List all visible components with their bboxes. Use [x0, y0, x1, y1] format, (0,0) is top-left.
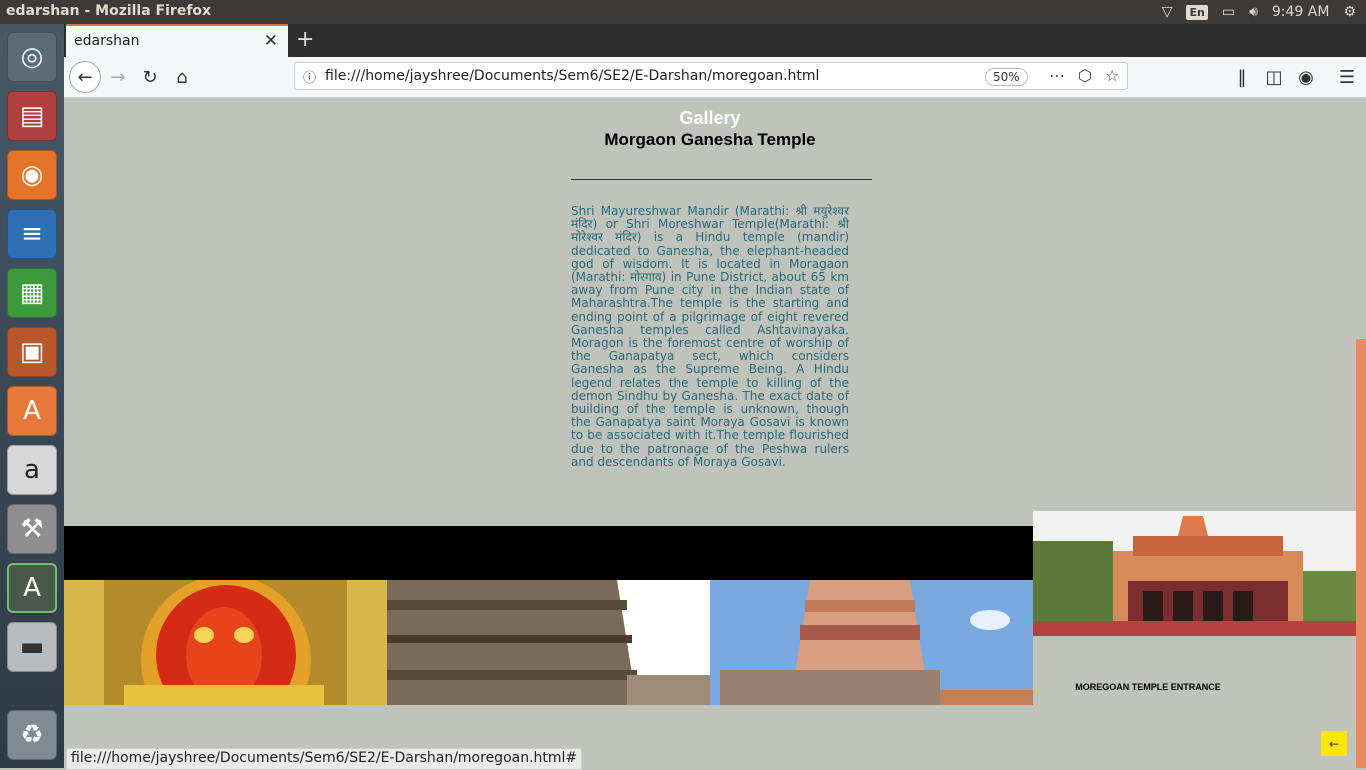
gallery-header-bar — [64, 526, 1033, 580]
writer-icon[interactable]: ≡ — [7, 209, 57, 259]
wifi-icon[interactable]: ▽ — [1162, 4, 1173, 20]
calc-icon[interactable]: ▦ — [7, 268, 57, 318]
forward-button[interactable]: → — [103, 62, 133, 92]
gallery-image-temple-dome — [710, 580, 1033, 705]
new-tab-icon[interactable]: + — [296, 27, 314, 52]
tab-label: edarshan — [74, 33, 140, 49]
system-top-bar: edarshan - Mozilla Firefox ▽ En ▭ 🔊︎ 9:4… — [0, 0, 1366, 24]
system-settings-icon[interactable]: ⚒ — [7, 504, 57, 554]
battery-icon[interactable]: ▭ — [1222, 4, 1235, 20]
library-icon[interactable]: ‖ — [1227, 62, 1257, 92]
url-text[interactable]: file:///home/jayshree/Documents/Sem6/SE2… — [325, 68, 819, 84]
tab-edarshan[interactable]: edarshan ✕ — [66, 24, 288, 57]
keyboard-layout-indicator[interactable]: En — [1186, 4, 1208, 20]
back-button[interactable]: ← — [69, 61, 101, 93]
temple-description: Shri Mayureshwar Mandir (Marathi: श्री म… — [571, 204, 849, 469]
page-scrollbar[interactable] — [1356, 339, 1366, 768]
volume-icon[interactable]: 🔊︎ — [1249, 4, 1258, 20]
firefox-window: edarshan ✕ + ← → ↻ ⌂ ⓘ file:///home/jays… — [64, 24, 1366, 770]
entrance-caption: MOREGOAN TEMPLE ENTRANCE — [1075, 682, 1221, 692]
pocket-icon[interactable]: ⬡ — [1078, 66, 1092, 85]
software-updater-icon[interactable]: A — [7, 563, 57, 613]
drive-icon[interactable]: ▬ — [7, 622, 57, 672]
gallery-title: Gallery — [679, 108, 741, 128]
temple-entrance-image — [1033, 511, 1356, 636]
bookmark-star-icon[interactable]: ☆ — [1105, 66, 1119, 85]
trash-icon[interactable]: ♻ — [7, 710, 57, 760]
home-button[interactable]: ⌂ — [167, 62, 197, 92]
window-title: edarshan - Mozilla Firefox — [6, 3, 212, 19]
tab-strip: edarshan ✕ + — [64, 24, 1366, 57]
url-bar[interactable]: ⓘ file:///home/jayshree/Documents/Sem6/S… — [294, 62, 1128, 90]
site-info-icon[interactable]: ⓘ — [303, 67, 316, 86]
title-divider — [571, 179, 872, 180]
reload-button[interactable]: ↻ — [135, 62, 165, 92]
files-icon[interactable]: ▤ — [7, 91, 57, 141]
status-bar-url: file:///home/jayshree/Documents/Sem6/SE2… — [66, 748, 583, 770]
power-gear-icon[interactable]: ⚙ — [1343, 4, 1356, 20]
ubuntu-dash-icon[interactable]: ◎ — [7, 32, 57, 82]
page-content: Morgaon Ganesha Temple Shri Mayureshwar … — [64, 98, 1366, 768]
page-title: Morgaon Ganesha Temple — [604, 130, 816, 149]
back-to-top-button[interactable]: ← — [1321, 731, 1347, 756]
menu-icon[interactable]: ☰ — [1332, 62, 1362, 92]
zoom-indicator[interactable]: 50% — [985, 68, 1028, 86]
ubuntu-launcher: ◎ ▤ ◉ ≡ ▦ ▣ A a ⚒ A ▬ ♻ — [0, 24, 64, 768]
navigation-toolbar: ← → ↻ ⌂ ⓘ file:///home/jayshree/Document… — [64, 57, 1366, 98]
firefox-icon[interactable]: ◉ — [7, 150, 57, 200]
page-actions-icon[interactable]: ⋯ — [1049, 66, 1065, 85]
system-tray: ▽ En ▭ 🔊︎ 9:49 AM ⚙ — [1162, 0, 1366, 24]
software-center-icon[interactable]: A — [7, 386, 57, 436]
amazon-icon[interactable]: a — [7, 445, 57, 495]
gallery-image-temple-tower — [387, 580, 710, 705]
close-tab-icon[interactable]: ✕ — [264, 31, 278, 51]
gallery-image-ganesha-idol — [64, 580, 387, 705]
impress-icon[interactable]: ▣ — [7, 327, 57, 377]
account-icon[interactable]: ◉ — [1291, 62, 1321, 92]
clock[interactable]: 9:49 AM — [1272, 4, 1330, 20]
sidebar-icon[interactable]: ◫ — [1259, 62, 1289, 92]
